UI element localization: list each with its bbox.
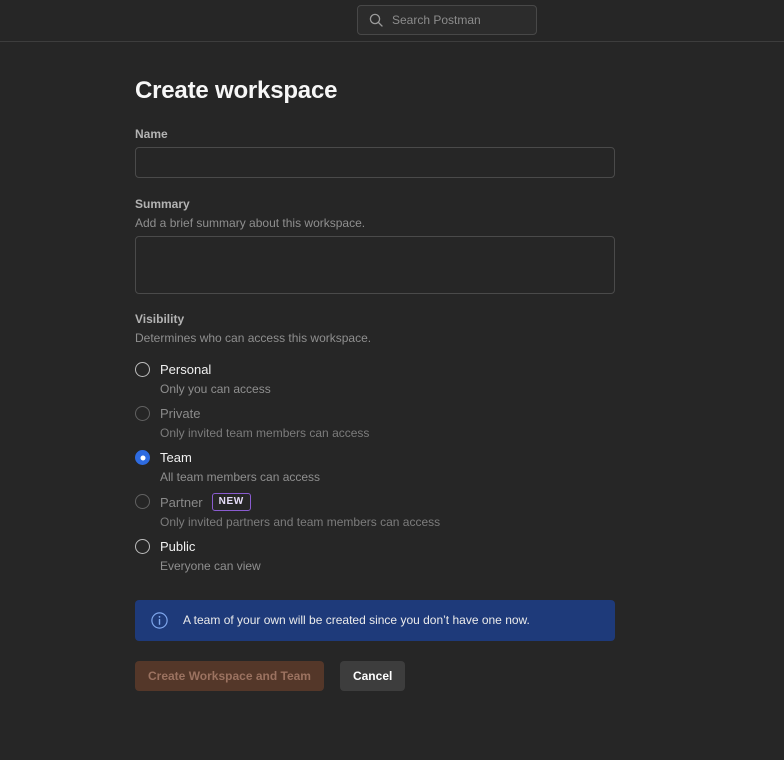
- name-label: Name: [135, 127, 615, 141]
- search-box[interactable]: [357, 5, 537, 35]
- cancel-button[interactable]: Cancel: [340, 661, 405, 691]
- visibility-label: Visibility: [135, 312, 615, 326]
- radio-private-icon[interactable]: [135, 406, 150, 421]
- visibility-option-partner[interactable]: Partner NEW Only invited partners and te…: [135, 493, 615, 529]
- search-icon: [369, 13, 383, 27]
- summary-label: Summary: [135, 197, 615, 211]
- option-desc-public: Everyone can view: [160, 559, 615, 573]
- radio-personal-icon[interactable]: [135, 362, 150, 377]
- summary-description: Add a brief summary about this workspace…: [135, 216, 615, 230]
- option-label-public: Public: [160, 538, 195, 555]
- radio-partner-icon[interactable]: [135, 494, 150, 509]
- search-input[interactable]: [392, 13, 525, 27]
- visibility-option-private[interactable]: Private Only invited team members can ac…: [135, 405, 615, 440]
- name-input[interactable]: [135, 147, 615, 178]
- option-label-personal: Personal: [160, 361, 211, 378]
- create-workspace-and-team-button[interactable]: Create Workspace and Team: [135, 661, 324, 691]
- form-actions: Create Workspace and Team Cancel: [135, 661, 615, 691]
- radio-public-icon[interactable]: [135, 539, 150, 554]
- info-icon: [151, 612, 168, 629]
- banner-text: A team of your own will be created since…: [183, 613, 530, 628]
- option-desc-personal: Only you can access: [160, 382, 615, 396]
- topbar: [0, 0, 784, 42]
- visibility-options: Personal Only you can access Private Onl…: [135, 361, 615, 573]
- option-label-team: Team: [160, 449, 192, 466]
- visibility-description: Determines who can access this workspace…: [135, 331, 615, 345]
- option-desc-partner: Only invited partners and team members c…: [160, 515, 615, 529]
- visibility-option-public[interactable]: Public Everyone can view: [135, 538, 615, 573]
- new-badge: NEW: [212, 493, 251, 511]
- page-title: Create workspace: [135, 77, 615, 105]
- team-info-banner: A team of your own will be created since…: [135, 600, 615, 641]
- summary-input[interactable]: [135, 236, 615, 294]
- option-desc-team: All team members can access: [160, 470, 615, 484]
- visibility-option-personal[interactable]: Personal Only you can access: [135, 361, 615, 396]
- create-workspace-form: Create workspace Name Summary Add a brie…: [0, 77, 615, 691]
- option-desc-private: Only invited team members can access: [160, 426, 615, 440]
- option-label-private: Private: [160, 405, 200, 422]
- option-label-partner: Partner: [160, 494, 203, 511]
- visibility-option-team[interactable]: Team All team members can access: [135, 449, 615, 484]
- radio-team-icon[interactable]: [135, 450, 150, 465]
